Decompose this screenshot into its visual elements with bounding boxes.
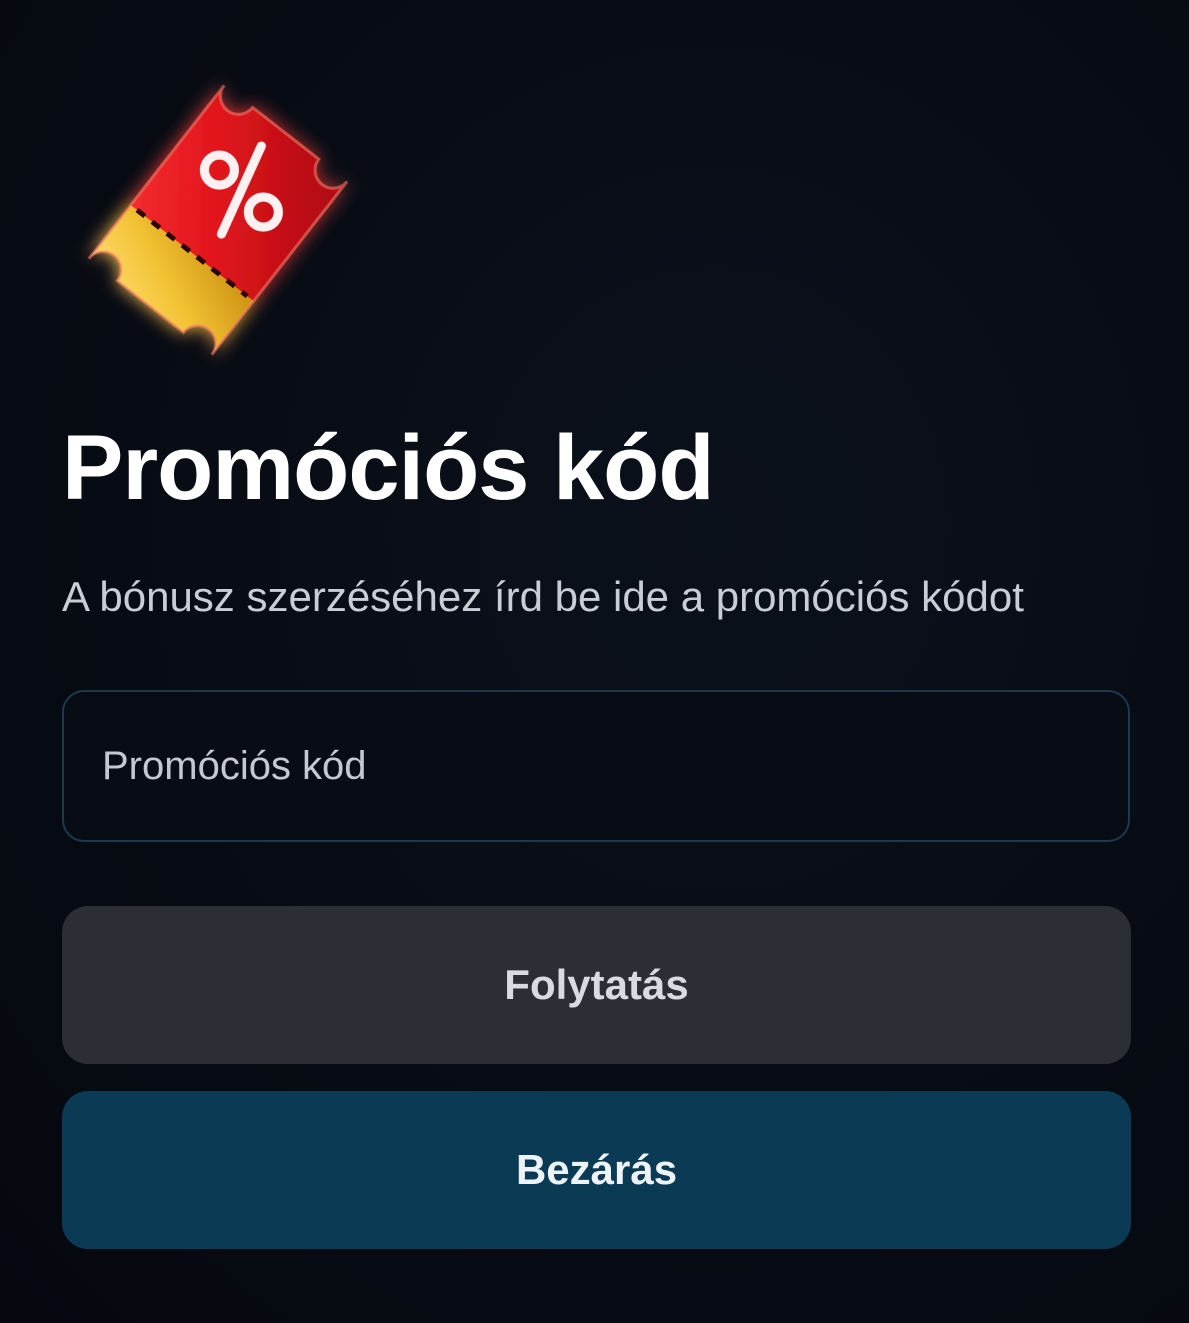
promo-code-input[interactable] [62,690,1130,842]
continue-button[interactable]: Folytatás [62,906,1131,1064]
page-subtitle: A bónusz szerzéséhez írd be ide a promóc… [62,573,1024,620]
promo-code-dialog: Promóciós kód A bónusz szerzéséhez írd b… [0,0,1189,1323]
percent-ticket-icon [40,30,400,400]
page-title: Promóciós kód [62,417,715,519]
close-button[interactable]: Bezárás [62,1091,1131,1249]
